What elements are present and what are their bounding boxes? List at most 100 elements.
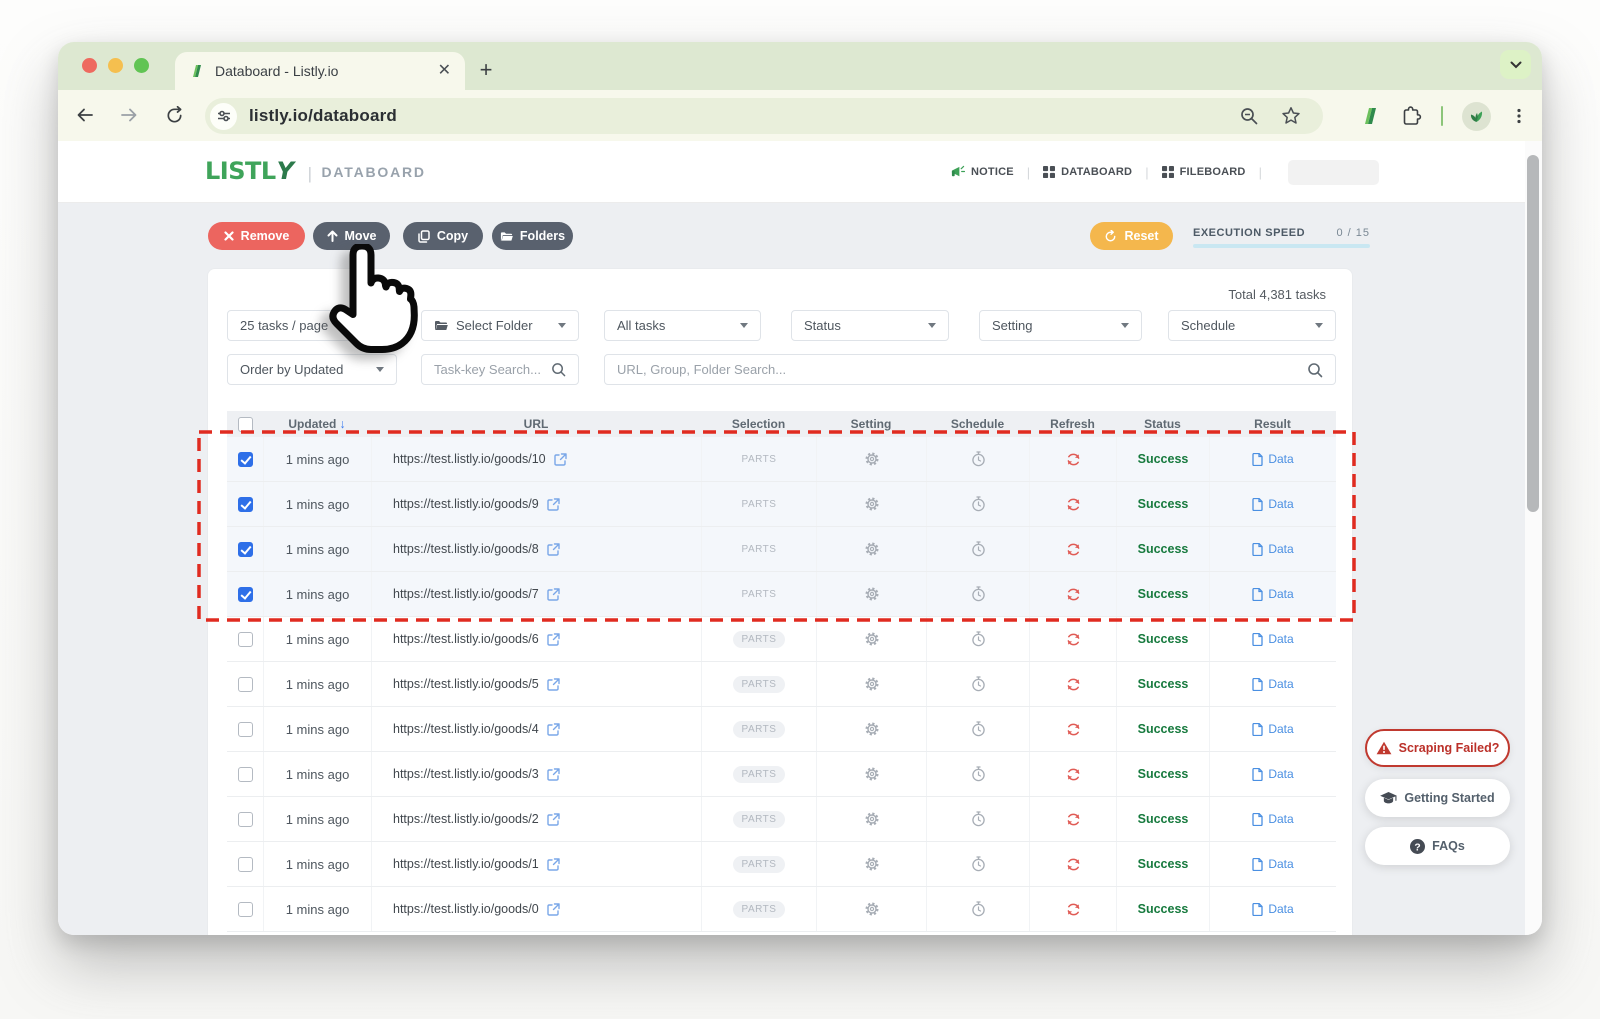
- stopwatch-icon[interactable]: [971, 451, 986, 467]
- reload-button[interactable]: [161, 102, 187, 128]
- data-link[interactable]: Data: [1252, 632, 1293, 646]
- listly-logo[interactable]: LISTLY | DATABOARD: [205, 157, 426, 185]
- row-setting[interactable]: [816, 752, 926, 796]
- url-text[interactable]: https://test.listly.io/goods/10: [393, 452, 546, 466]
- refresh-icon[interactable]: [1066, 632, 1081, 647]
- row-checkbox-cell[interactable]: [227, 797, 263, 841]
- row-checkbox[interactable]: [238, 452, 253, 467]
- row-checkbox-cell[interactable]: [227, 707, 263, 751]
- maximize-window-button[interactable]: [134, 58, 149, 73]
- row-result[interactable]: Data: [1209, 887, 1336, 931]
- row-url[interactable]: https://test.listly.io/goods/0: [371, 887, 701, 931]
- scraping-failed-button[interactable]: Scraping Failed?: [1365, 729, 1510, 767]
- row-result[interactable]: Data: [1209, 572, 1336, 616]
- window-controls[interactable]: [82, 58, 149, 73]
- gear-icon[interactable]: [864, 451, 880, 467]
- new-tab-button[interactable]: +: [470, 54, 502, 86]
- refresh-icon[interactable]: [1066, 812, 1081, 827]
- row-refresh[interactable]: [1029, 887, 1116, 931]
- row-checkbox[interactable]: [238, 677, 253, 692]
- search-icon[interactable]: [551, 362, 566, 377]
- data-link[interactable]: Data: [1252, 542, 1293, 556]
- row-result[interactable]: Data: [1209, 797, 1336, 841]
- refresh-icon[interactable]: [1066, 722, 1081, 737]
- zoom-icon[interactable]: [1239, 106, 1259, 126]
- data-link[interactable]: Data: [1252, 452, 1293, 466]
- row-checkbox-cell[interactable]: [227, 752, 263, 796]
- stopwatch-icon[interactable]: [971, 766, 986, 782]
- data-link[interactable]: Data: [1252, 587, 1293, 601]
- row-checkbox-cell[interactable]: [227, 482, 263, 526]
- refresh-icon[interactable]: [1066, 497, 1081, 512]
- listly-extension-icon[interactable]: [1359, 105, 1381, 127]
- row-setting[interactable]: [816, 482, 926, 526]
- row-setting[interactable]: [816, 707, 926, 751]
- refresh-icon[interactable]: [1066, 452, 1081, 467]
- nav-databoard[interactable]: DATABOARD: [1043, 166, 1132, 178]
- row-result[interactable]: Data: [1209, 842, 1336, 886]
- external-link-icon[interactable]: [547, 588, 560, 601]
- row-result[interactable]: Data: [1209, 617, 1336, 661]
- stopwatch-icon[interactable]: [971, 631, 986, 647]
- profile-avatar[interactable]: [1462, 102, 1491, 131]
- row-setting[interactable]: [816, 842, 926, 886]
- row-checkbox-cell[interactable]: [227, 437, 263, 481]
- stopwatch-icon[interactable]: [971, 901, 986, 917]
- row-result[interactable]: Data: [1209, 707, 1336, 751]
- stopwatch-icon[interactable]: [971, 586, 986, 602]
- row-schedule[interactable]: [926, 887, 1029, 931]
- row-schedule[interactable]: [926, 752, 1029, 796]
- data-link[interactable]: Data: [1252, 497, 1293, 511]
- stopwatch-icon[interactable]: [971, 541, 986, 557]
- reset-button[interactable]: Reset: [1090, 222, 1173, 250]
- data-link[interactable]: Data: [1252, 812, 1293, 826]
- data-link[interactable]: Data: [1252, 677, 1293, 691]
- external-link-icon[interactable]: [547, 633, 560, 646]
- row-url[interactable]: https://test.listly.io/goods/7: [371, 572, 701, 616]
- row-schedule[interactable]: [926, 797, 1029, 841]
- close-window-button[interactable]: [82, 58, 97, 73]
- all-tasks-select[interactable]: All tasks: [604, 310, 761, 341]
- refresh-icon[interactable]: [1066, 902, 1081, 917]
- refresh-icon[interactable]: [1066, 767, 1081, 782]
- external-link-icon[interactable]: [547, 498, 560, 511]
- row-setting[interactable]: [816, 617, 926, 661]
- row-schedule[interactable]: [926, 482, 1029, 526]
- row-result[interactable]: Data: [1209, 752, 1336, 796]
- window-chevron-button[interactable]: [1500, 50, 1531, 79]
- faqs-button[interactable]: ? FAQs: [1365, 827, 1510, 865]
- refresh-icon[interactable]: [1066, 857, 1081, 872]
- row-url[interactable]: https://test.listly.io/goods/3: [371, 752, 701, 796]
- row-refresh[interactable]: [1029, 437, 1116, 481]
- row-checkbox-cell[interactable]: [227, 842, 263, 886]
- gear-icon[interactable]: [864, 676, 880, 692]
- search-icon[interactable]: [1307, 362, 1323, 378]
- stopwatch-icon[interactable]: [971, 496, 986, 512]
- url-text[interactable]: https://test.listly.io/goods/1: [393, 857, 539, 871]
- row-setting[interactable]: [816, 797, 926, 841]
- bookmark-star-icon[interactable]: [1281, 106, 1301, 126]
- refresh-icon[interactable]: [1066, 587, 1081, 602]
- row-checkbox[interactable]: [238, 812, 253, 827]
- stopwatch-icon[interactable]: [971, 676, 986, 692]
- stopwatch-icon[interactable]: [971, 856, 986, 872]
- row-refresh[interactable]: [1029, 707, 1116, 751]
- sort-desc-icon[interactable]: ↓: [339, 417, 345, 431]
- row-checkbox-cell[interactable]: [227, 887, 263, 931]
- row-result[interactable]: Data: [1209, 482, 1336, 526]
- gear-icon[interactable]: [864, 541, 880, 557]
- order-by-select[interactable]: Order by Updated: [227, 354, 397, 385]
- back-button[interactable]: [72, 102, 98, 128]
- external-link-icon[interactable]: [547, 813, 560, 826]
- external-link-icon[interactable]: [554, 453, 567, 466]
- nav-fileboard[interactable]: FILEBOARD: [1162, 166, 1246, 178]
- stopwatch-icon[interactable]: [971, 811, 986, 827]
- url-text[interactable]: https://test.listly.io/goods/3: [393, 767, 539, 781]
- row-checkbox[interactable]: [238, 497, 253, 512]
- row-schedule[interactable]: [926, 617, 1029, 661]
- row-url[interactable]: https://test.listly.io/goods/6: [371, 617, 701, 661]
- row-refresh[interactable]: [1029, 482, 1116, 526]
- row-refresh[interactable]: [1029, 842, 1116, 886]
- refresh-icon[interactable]: [1066, 542, 1081, 557]
- folders-button[interactable]: Folders: [492, 222, 573, 250]
